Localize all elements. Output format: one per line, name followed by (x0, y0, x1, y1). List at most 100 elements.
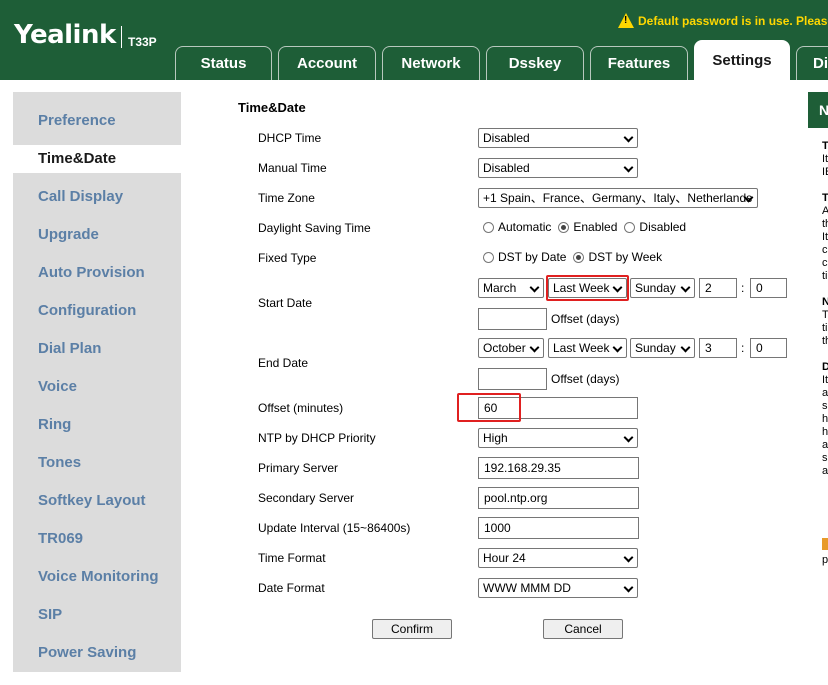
help-line: h (822, 426, 828, 438)
select-value: +1 Spain、France、Germany、Italy、Netherland… (483, 191, 753, 205)
time-format-label: Time Format (258, 551, 326, 565)
dst-automatic-option[interactable]: Automatic (483, 220, 551, 234)
dhcp-time-select[interactable]: Disabled (478, 128, 638, 148)
select-value: Disabled (483, 161, 530, 175)
sidebar-item-voice-monitoring[interactable]: Voice Monitoring (38, 568, 159, 585)
start-day-select[interactable]: Sunday (630, 278, 695, 298)
radio-label: DST by Week (588, 250, 663, 264)
sidebar-item-ring[interactable]: Ring (38, 416, 71, 433)
dst-enabled-option[interactable]: Enabled (558, 220, 617, 234)
help-line: a (822, 465, 828, 477)
ntp-dhcp-priority-select[interactable]: High (478, 428, 638, 448)
end-week-select[interactable]: Last Week (548, 338, 627, 358)
help-line: It (822, 153, 828, 165)
end-month-select[interactable]: October (478, 338, 544, 358)
tab-label: Dsskey (508, 55, 562, 72)
end-minute-input[interactable]: 0 (750, 338, 787, 358)
help-line: It (822, 231, 828, 243)
tab-di[interactable]: Di (796, 46, 828, 80)
sidebar-item-dial-plan[interactable]: Dial Plan (38, 340, 101, 357)
end-day-select[interactable]: Sunday (630, 338, 695, 358)
start-offset-days-input[interactable] (478, 308, 547, 330)
offset-minutes-input[interactable]: 60 (478, 397, 638, 419)
cancel-button[interactable]: Cancel (543, 619, 623, 639)
dst-by-week-option[interactable]: DST by Week (573, 250, 662, 264)
sidebar-item-time-date[interactable]: Time&Date (38, 150, 116, 167)
confirm-button[interactable]: Confirm (372, 619, 452, 639)
help-line: T (822, 309, 828, 321)
top-header: Yealink T33P ! Default password is in us… (0, 0, 828, 80)
end-hour-input[interactable]: 3 (699, 338, 737, 358)
time-zone-select[interactable]: +1 Spain、France、Germany、Italy、Netherland… (478, 188, 758, 208)
radio-label: Automatic (498, 220, 552, 234)
sidebar-item-tr069[interactable]: TR069 (38, 530, 83, 547)
note-icon (822, 538, 828, 550)
sidebar-item-configuration[interactable]: Configuration (38, 302, 136, 319)
sidebar-item-upgrade[interactable]: Upgrade (38, 226, 99, 243)
radio-button[interactable] (483, 221, 494, 233)
help-line: c (822, 244, 828, 256)
sidebar-item-softkey-layout[interactable]: Softkey Layout (38, 492, 146, 509)
help-line: T (822, 192, 828, 204)
start-hour-input[interactable]: 2 (699, 278, 737, 298)
time-separator: : (741, 341, 745, 355)
select-value: Disabled (483, 131, 530, 145)
select-value: Sunday (635, 281, 676, 295)
tab-features[interactable]: Features (590, 46, 688, 80)
radio-button[interactable] (573, 251, 585, 263)
help-line (822, 283, 828, 296)
sidebar-item-sip[interactable]: SIP (38, 606, 62, 623)
fixed-type-label: Fixed Type (258, 251, 317, 265)
tab-status[interactable]: Status (175, 46, 272, 80)
brand-logo: Yealink (14, 20, 116, 50)
tab-dsskey[interactable]: Dsskey (486, 46, 584, 80)
manual-time-select[interactable]: Disabled (478, 158, 638, 178)
start-week-select[interactable]: Last Week (548, 278, 627, 298)
time-format-select[interactable]: Hour 24 (478, 548, 638, 568)
start-month-select[interactable]: March (478, 278, 544, 298)
help-line: N (822, 296, 828, 308)
brand-divider (121, 26, 122, 48)
radio-button[interactable] (624, 221, 636, 233)
help-line: a (822, 439, 828, 451)
help-header: N (808, 92, 828, 128)
start-minute-input[interactable]: 0 (750, 278, 787, 298)
end-offset-days-input[interactable] (478, 368, 547, 390)
sidebar-item-preference[interactable]: Preference (38, 112, 116, 129)
help-line: c (822, 257, 828, 269)
tab-network[interactable]: Network (382, 46, 480, 80)
sidebar-item-auto-provision[interactable]: Auto Provision (38, 264, 145, 281)
model-label: T33P (128, 35, 157, 49)
select-value: WWW MMM DD (483, 581, 571, 595)
sidebar-item-voice[interactable]: Voice (38, 378, 77, 395)
radio-label: Enabled (573, 220, 618, 234)
dst-disabled-option[interactable]: Disabled (624, 220, 686, 234)
radio-button[interactable] (558, 221, 570, 233)
help-line: T (822, 140, 828, 152)
sidebar-item-call-display[interactable]: Call Display (38, 188, 123, 205)
tab-label: Status (200, 55, 247, 72)
select-value: Last Week (553, 341, 610, 355)
help-footer: p (822, 554, 828, 566)
update-interval-label: Update Interval (15~86400s) (258, 521, 411, 535)
sidebar-item-tones[interactable]: Tones (38, 454, 81, 471)
sidebar-item-power-saving[interactable]: Power Saving (38, 644, 136, 661)
help-line: A (822, 205, 828, 217)
tab-settings[interactable]: Settings (694, 40, 790, 80)
tab-account[interactable]: Account (278, 46, 376, 80)
primary-server-input[interactable]: 192.168.29.35 (478, 457, 639, 479)
offset-minutes-label: Offset (minutes) (258, 401, 344, 415)
help-line: h (822, 413, 828, 425)
help-line: D (822, 361, 828, 373)
help-line (822, 348, 828, 361)
end-offset-days-label: Offset (days) (551, 372, 620, 386)
radio-button[interactable] (483, 251, 494, 263)
help-text: T It IE T A th It c c ti N T ti th D It … (822, 140, 828, 478)
date-format-select[interactable]: WWW MMM DD (478, 578, 638, 598)
tab-label: Features (607, 55, 671, 72)
date-format-label: Date Format (258, 581, 325, 595)
fixed-type-radio-group: DST by Date DST by Week (483, 250, 669, 264)
dst-by-date-option[interactable]: DST by Date (483, 250, 566, 264)
secondary-server-input[interactable]: pool.ntp.org (478, 487, 639, 509)
update-interval-input[interactable]: 1000 (478, 517, 639, 539)
